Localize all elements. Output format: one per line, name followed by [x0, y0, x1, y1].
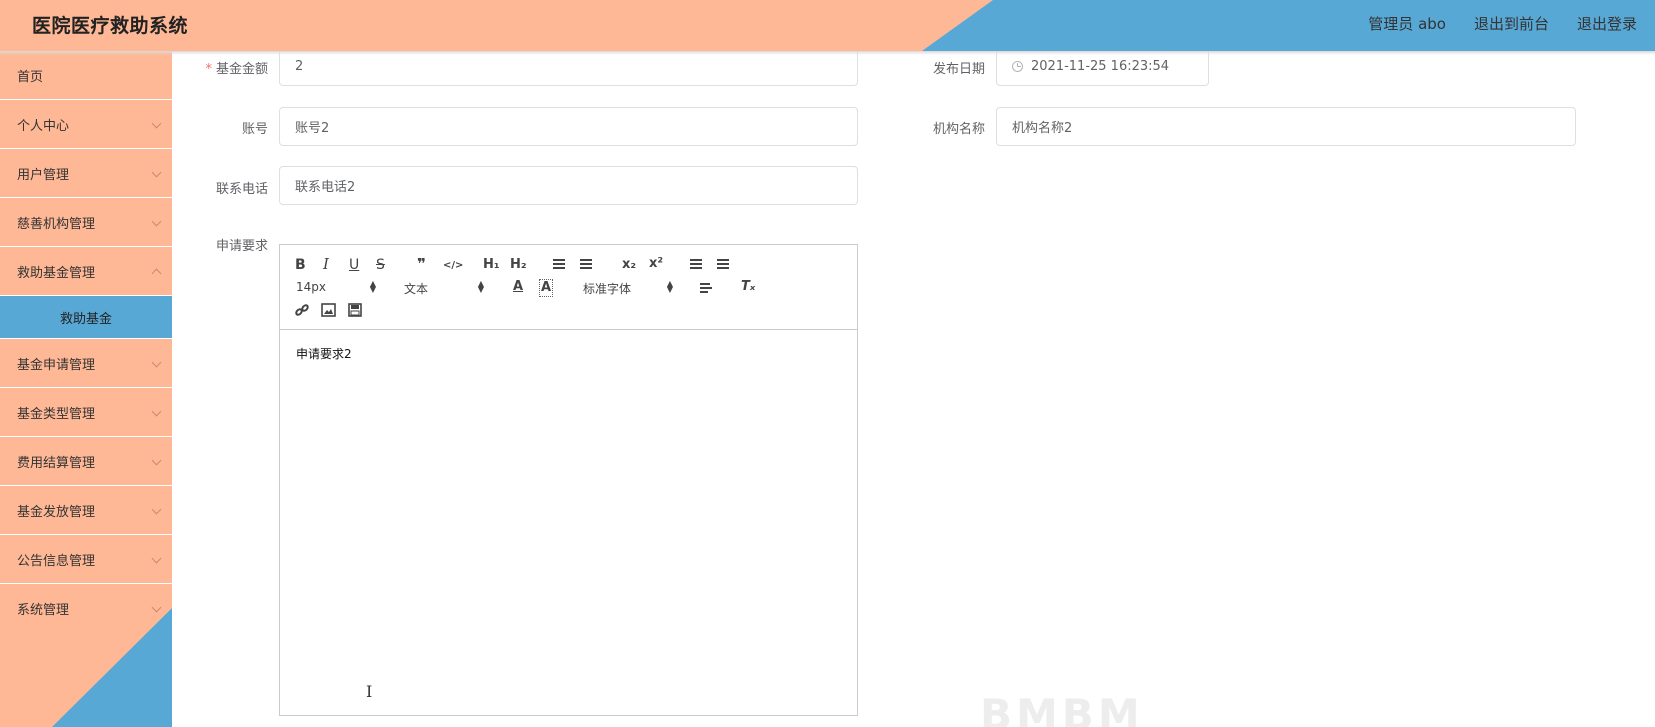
clean-format-button[interactable]: Tₓ: [741, 279, 755, 295]
blockquote-button[interactable]: ❞: [417, 256, 426, 272]
requirements-label: 申请要求: [215, 239, 268, 254]
sidebar-item-label: 基金发放管理: [17, 504, 96, 520]
phone-label: 联系电话: [215, 182, 268, 197]
watermark: BMBM: [980, 690, 1144, 727]
sidebar-item-label: 系统管理: [17, 603, 70, 618]
header2-button[interactable]: H₂: [510, 257, 527, 273]
org-name-label: 机构名称: [932, 122, 985, 137]
clock-icon: [1012, 61, 1023, 72]
save-icon[interactable]: [348, 303, 362, 322]
fund-amount-label: * 基金金额: [205, 62, 268, 77]
sidebar: 首页 个人中心 用户管理 慈善机构管理 救助基金管理 救助基金 基金申请管理 基…: [0, 51, 172, 727]
align-icon[interactable]: [700, 281, 712, 295]
sidebar-item-label: 用户管理: [17, 167, 70, 183]
select-arrows-icon: ▲ ▼: [369, 279, 376, 294]
sidebar-item-label: 救助基金: [59, 311, 112, 327]
background-color-button[interactable]: A: [539, 279, 554, 297]
chevron-down-icon: [151, 553, 162, 564]
sidebar-item-personal-center[interactable]: 个人中心: [0, 100, 172, 149]
top-header: 医院医疗救助系统 管理员 abo 退出到前台 退出登录: [0, 0, 1655, 51]
header1-button[interactable]: H₁: [483, 257, 500, 273]
rich-text-editor: B I U S ❞ </> H₁ H₂ x₂ x² 14px ▲ ▼ 文本 ▲ ▼ A …: [279, 244, 858, 716]
sidebar-item-fund-distribution[interactable]: 基金发放管理: [0, 486, 172, 535]
font-color-button[interactable]: A: [513, 279, 523, 295]
select-arrows-icon: ▲ ▼: [666, 279, 673, 294]
chevron-down-icon: [151, 118, 162, 129]
header-actions: 管理员 abo 退出到前台 退出登录: [1368, 13, 1637, 34]
chevron-down-icon: [151, 406, 162, 417]
sidebar-item-label: 首页: [17, 69, 44, 85]
sidebar-item-settlement[interactable]: 费用结算管理: [0, 437, 172, 486]
sidebar-item-label: 慈善机构管理: [17, 216, 96, 232]
ordered-list-icon[interactable]: [553, 257, 565, 271]
sidebar-item-fund-management[interactable]: 救助基金管理: [0, 247, 172, 296]
code-block-button[interactable]: </>: [443, 258, 463, 274]
bold-button[interactable]: B: [295, 257, 306, 273]
chevron-down-icon: [151, 167, 162, 178]
account-input[interactable]: 账号2: [279, 107, 858, 146]
chevron-down-icon: [151, 455, 162, 466]
chevron-down-icon: [151, 504, 162, 515]
required-mark: *: [205, 62, 212, 77]
chevron-up-icon: [151, 268, 162, 279]
org-name-input[interactable]: 机构名称2: [996, 107, 1576, 146]
subscript-button[interactable]: x₂: [622, 257, 636, 273]
sidebar-item-label: 费用结算管理: [17, 455, 96, 471]
superscript-button[interactable]: x²: [649, 256, 663, 272]
sidebar-item-user-management[interactable]: 用户管理: [0, 149, 172, 198]
image-icon[interactable]: [321, 303, 336, 322]
sidebar-item-fund-type[interactable]: 基金类型管理: [0, 388, 172, 437]
phone-input[interactable]: 联系电话2: [279, 166, 858, 205]
bullet-list-icon[interactable]: [580, 257, 592, 271]
sidebar-item-label: 基金类型管理: [17, 406, 96, 422]
text-cursor-icon: I: [366, 682, 373, 701]
italic-button[interactable]: I: [323, 256, 329, 272]
chevron-down-icon: [151, 357, 162, 368]
outdent-icon[interactable]: [690, 257, 702, 271]
header-select[interactable]: 文本 ▲ ▼: [404, 280, 484, 297]
sidebar-item-charity-management[interactable]: 慈善机构管理: [0, 198, 172, 247]
link-icon[interactable]: [294, 302, 310, 323]
publish-date-label: 发布日期: [932, 62, 985, 77]
header-shadow: [0, 51, 1655, 55]
sidebar-item-label: 基金申请管理: [17, 357, 96, 373]
font-family-select[interactable]: 标准字体 ▲ ▼: [583, 280, 673, 297]
sidebar-item-label: 个人中心: [17, 118, 70, 134]
sidebar-subitem-fund[interactable]: 救助基金: [0, 296, 172, 339]
sidebar-item-label: 救助基金管理: [17, 265, 96, 281]
sidebar-item-system[interactable]: 系统管理: [0, 584, 172, 633]
app-title: 医院医疗救助系统: [32, 15, 189, 37]
chevron-down-icon: [151, 602, 162, 613]
font-size-select[interactable]: 14px ▲ ▼: [296, 279, 376, 295]
back-to-front-link[interactable]: 退出到前台: [1474, 13, 1549, 34]
chevron-down-icon: [151, 216, 162, 227]
editor-content[interactable]: 申请要求2: [296, 345, 352, 362]
account-label: 账号: [241, 122, 268, 137]
select-arrows-icon: ▲ ▼: [477, 279, 484, 294]
sidebar-item-label: 公告信息管理: [17, 553, 96, 569]
admin-user-label[interactable]: 管理员 abo: [1368, 13, 1446, 34]
sidebar-item-fund-application[interactable]: 基金申请管理: [0, 339, 172, 388]
underline-button[interactable]: U: [349, 257, 359, 273]
editor-toolbar: B I U S ❞ </> H₁ H₂ x₂ x² 14px ▲ ▼ 文本 ▲ ▼ A …: [280, 245, 857, 330]
sidebar-item-home[interactable]: 首页: [0, 51, 172, 100]
indent-icon[interactable]: [717, 257, 729, 271]
sidebar-item-notice[interactable]: 公告信息管理: [0, 535, 172, 584]
strike-button[interactable]: S: [376, 257, 385, 273]
logout-link[interactable]: 退出登录: [1577, 13, 1637, 34]
